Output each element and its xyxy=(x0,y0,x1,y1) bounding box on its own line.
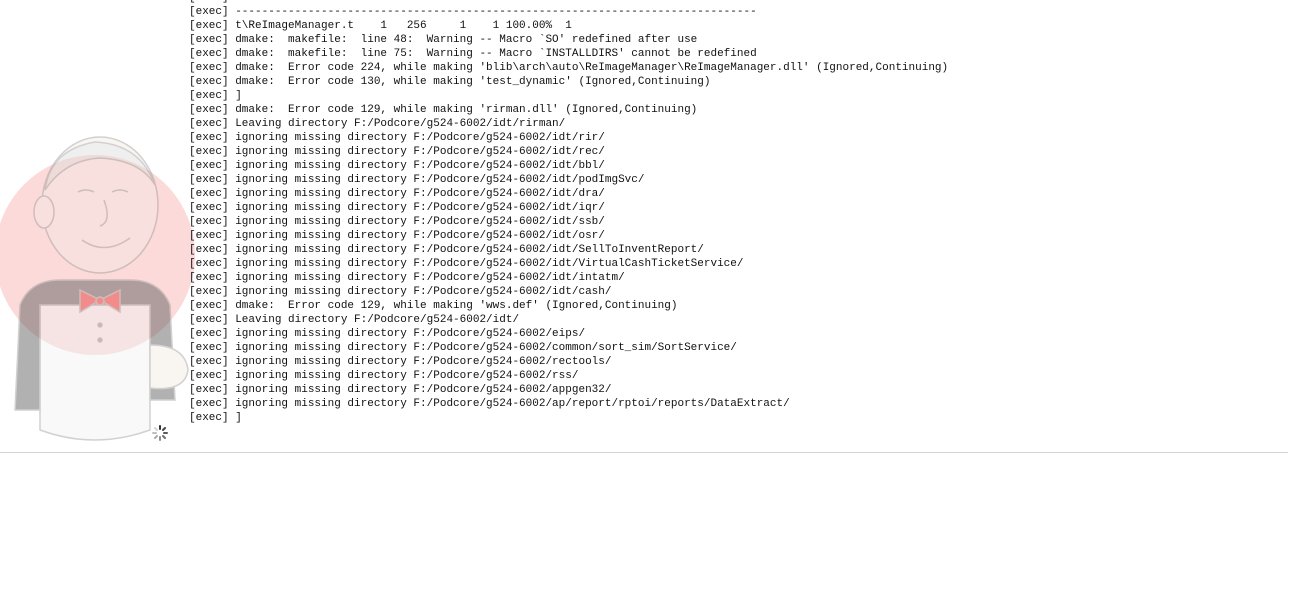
console-line: [exec] ] xyxy=(189,412,242,424)
jenkins-butler-icon xyxy=(0,136,195,441)
console-line: [exec] t\ReImageManager.t 1 256 1 1 100.… xyxy=(189,20,572,32)
loading-spinner-icon xyxy=(152,425,168,441)
console-line: [exec] ignoring missing directory F:/Pod… xyxy=(189,244,704,256)
console-line: [exec] ignoring missing directory F:/Pod… xyxy=(189,202,605,214)
console-line: [exec] dmake: makefile: line 48: Warning… xyxy=(189,34,698,46)
console-line: [exec] ignoring missing directory F:/Pod… xyxy=(189,146,605,158)
console-line: [exec] ignoring missing directory F:/Pod… xyxy=(189,328,586,340)
console-line: [exec] Leaving directory F:/Podcore/g524… xyxy=(189,118,566,130)
console-line: [exec] ignoring missing directory F:/Pod… xyxy=(189,188,605,200)
console-line: [exec] ignoring missing directory F:/Pod… xyxy=(189,272,625,284)
console-line: [exec] ignoring missing directory F:/Pod… xyxy=(189,132,605,144)
console-line: [exec] dmake: makefile: line 75: Warning… xyxy=(189,48,757,60)
console-line: [exec] ignoring missing directory F:/Pod… xyxy=(189,384,612,396)
console-line: [exec] dmake: Error code 129, while maki… xyxy=(189,104,698,116)
console-output: [exec] Failed Test Stat Wstat Total Fail… xyxy=(189,0,1289,425)
console-line: [exec] Leaving directory F:/Podcore/g524… xyxy=(189,314,520,326)
content-divider xyxy=(0,452,1288,453)
console-line: [exec] ignoring missing directory F:/Pod… xyxy=(189,216,605,228)
console-line: [exec] ignoring missing directory F:/Pod… xyxy=(189,174,645,186)
console-line: [exec] ignoring missing directory F:/Pod… xyxy=(189,286,612,298)
console-line: [exec] ignoring missing directory F:/Pod… xyxy=(189,160,605,172)
console-line: [exec] ignoring missing directory F:/Pod… xyxy=(189,356,612,368)
console-line: [exec] ignoring missing directory F:/Pod… xyxy=(189,230,605,242)
console-line: [exec] ] xyxy=(189,90,242,102)
console-line: [exec] dmake: Error code 130, while maki… xyxy=(189,76,711,88)
console-line: [exec] ---------------------------------… xyxy=(189,6,757,18)
console-line: [exec] dmake: Error code 224, while maki… xyxy=(189,62,949,74)
console-line: [exec] ignoring missing directory F:/Pod… xyxy=(189,342,737,354)
console-line: [exec] ignoring missing directory F:/Pod… xyxy=(189,258,744,270)
console-line: [exec] ignoring missing directory F:/Pod… xyxy=(189,398,790,410)
console-line: [exec] dmake: Error code 129, while maki… xyxy=(189,300,678,312)
console-line: [exec] ignoring missing directory F:/Pod… xyxy=(189,370,579,382)
